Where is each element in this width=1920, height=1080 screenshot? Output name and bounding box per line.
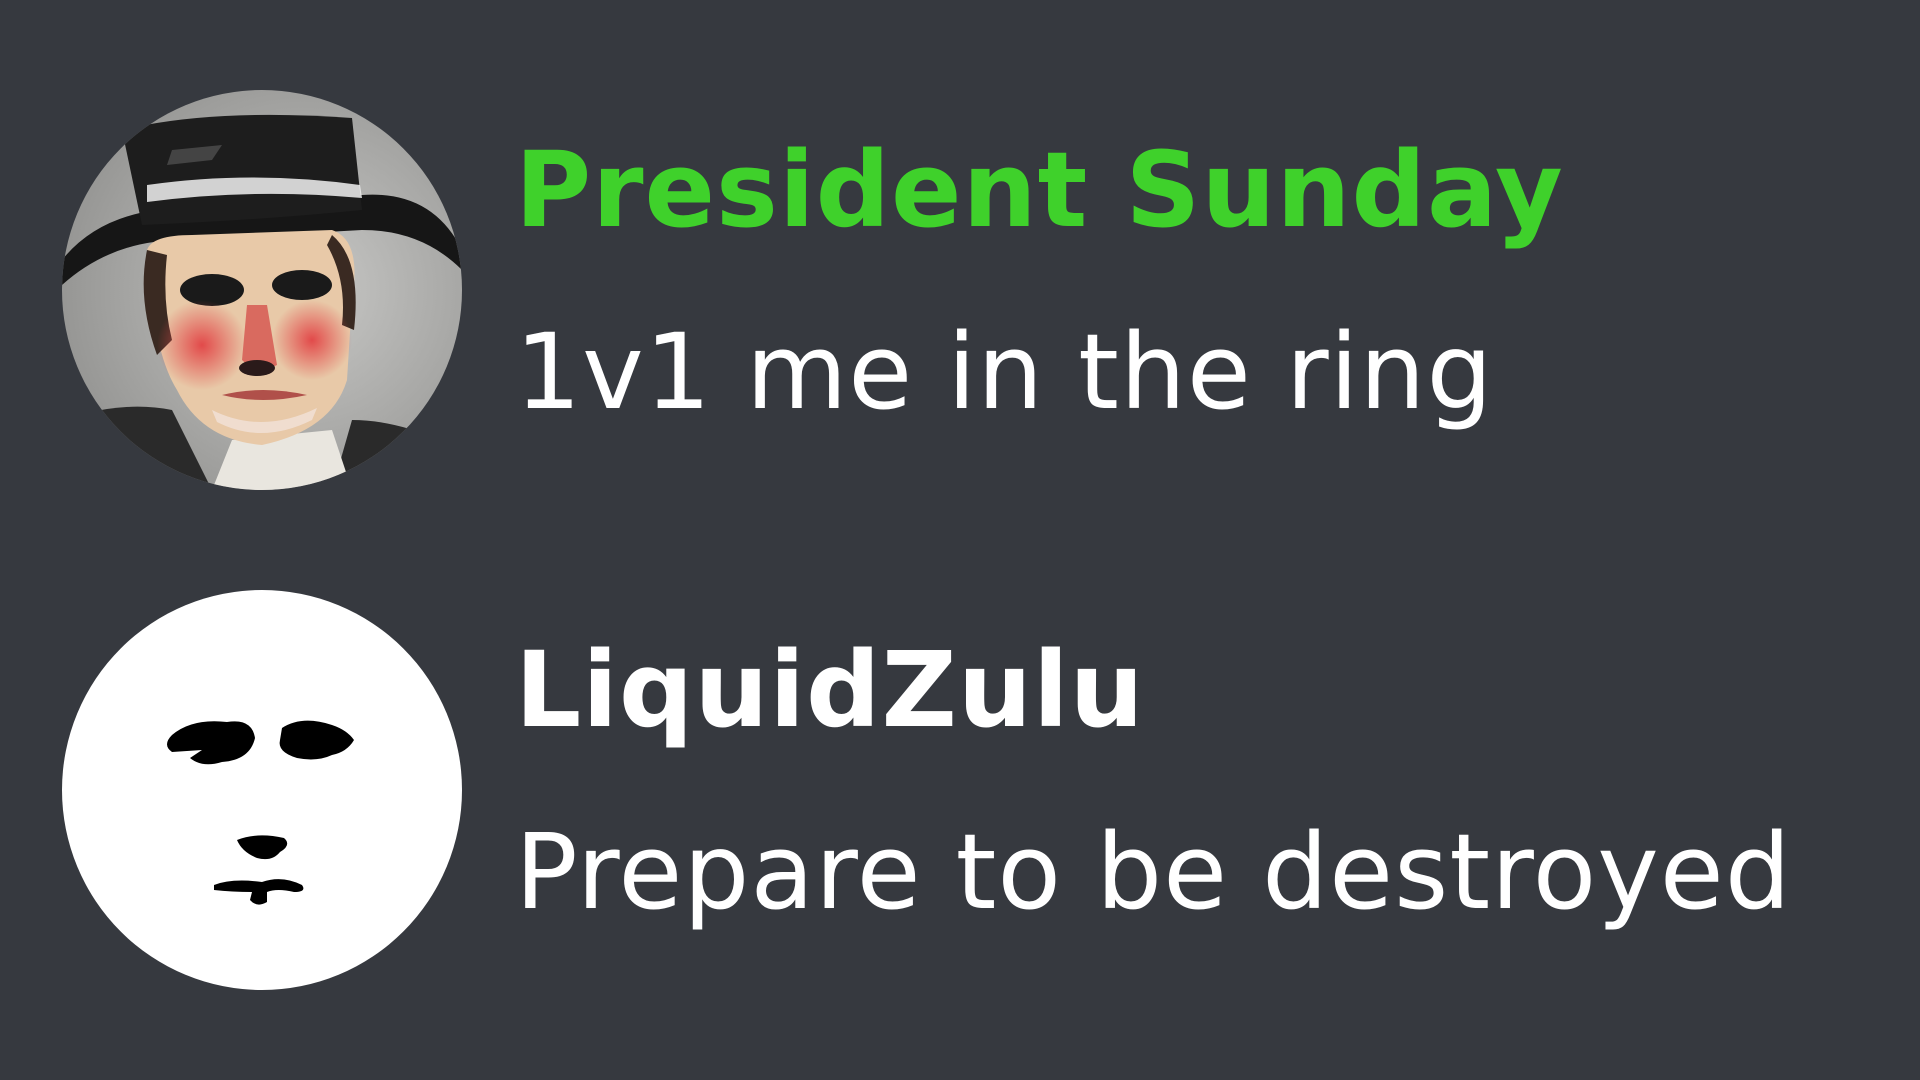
username[interactable]: President Sunday — [515, 128, 1564, 253]
message-text: Prepare to be destroyed — [515, 811, 1792, 933]
user-avatar[interactable] — [62, 590, 462, 990]
chat-message: President Sunday 1v1 me in the ring — [62, 90, 1882, 490]
message-text: 1v1 me in the ring — [515, 311, 1494, 433]
user-avatar[interactable] — [62, 90, 462, 490]
username[interactable]: LiquidZulu — [515, 628, 1145, 753]
minimal-face-icon — [62, 590, 462, 990]
chat-message-list: President Sunday 1v1 me in the ring Liqu… — [0, 0, 1920, 1080]
chat-message: LiquidZulu Prepare to be destroyed — [62, 590, 1882, 990]
painted-man-in-top-hat-icon — [62, 90, 462, 490]
